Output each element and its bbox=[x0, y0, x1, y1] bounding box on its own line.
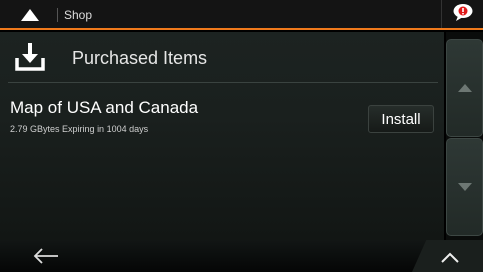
scroll-up-button[interactable] bbox=[446, 39, 483, 137]
title-separator bbox=[57, 8, 58, 22]
back-arrow-icon[interactable] bbox=[32, 248, 60, 264]
item-expiry: Expiring in 1004 days bbox=[62, 124, 149, 134]
top-bar: Shop bbox=[0, 0, 483, 30]
item-meta: 2.79 GBytes Expiring in 1004 days bbox=[10, 124, 148, 134]
scrollbar bbox=[446, 32, 483, 240]
list-item[interactable]: Map of USA and Canada 2.79 GBytes Expiri… bbox=[0, 94, 444, 144]
up-triangle-icon[interactable] bbox=[10, 5, 50, 25]
messages-button[interactable] bbox=[441, 0, 483, 28]
triangle-up-icon bbox=[457, 79, 472, 97]
install-button[interactable]: Install bbox=[368, 105, 434, 133]
scroll-down-button[interactable] bbox=[446, 138, 483, 236]
download-tray-icon bbox=[14, 42, 46, 72]
page-title: Shop bbox=[64, 8, 93, 22]
divider bbox=[8, 82, 438, 83]
chevron-up-icon[interactable] bbox=[440, 250, 460, 263]
content-area: Purchased Items Map of USA and Canada 2.… bbox=[0, 32, 444, 240]
item-name: Map of USA and Canada bbox=[10, 98, 199, 117]
triangle-down-icon bbox=[457, 178, 472, 196]
section-title: Purchased Items bbox=[72, 48, 208, 68]
purchased-items-header: Purchased Items bbox=[0, 32, 444, 82]
item-size: 2.79 GBytes bbox=[10, 124, 60, 134]
speech-bubble-alert-icon bbox=[452, 3, 474, 26]
bottom-bar bbox=[0, 240, 483, 272]
